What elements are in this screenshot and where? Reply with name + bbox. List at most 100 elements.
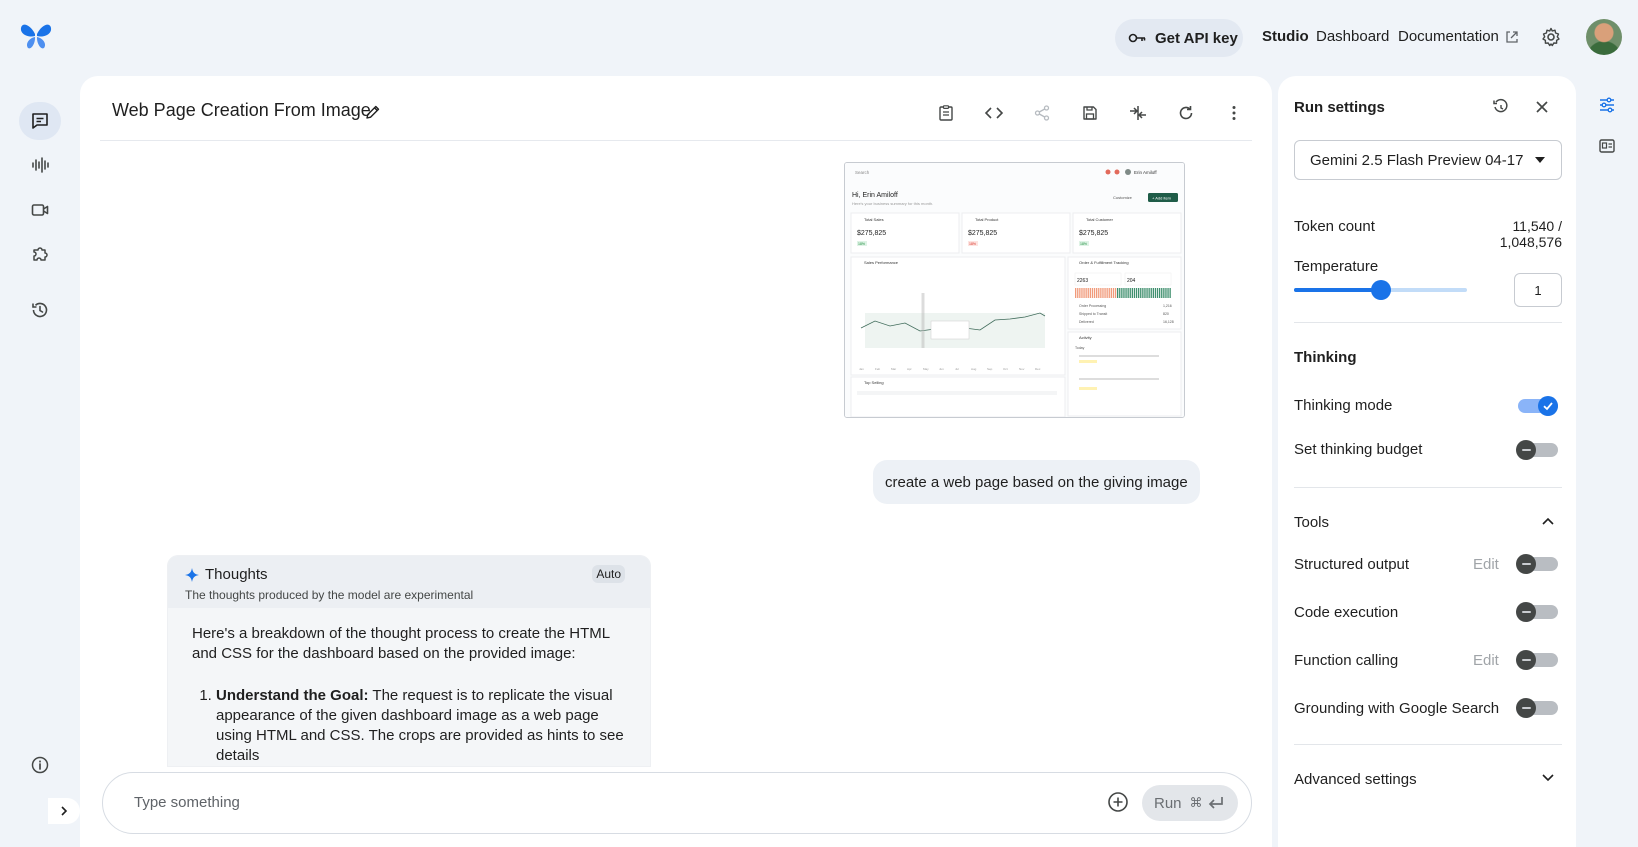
prompt-box[interactable] <box>102 772 1252 834</box>
thumb-order-bar <box>1169 288 1171 298</box>
share-icon[interactable] <box>1030 101 1054 125</box>
thumb-activity-today: Today <box>1075 346 1085 350</box>
thumb-order-bar <box>1087 288 1089 298</box>
thumb-order-bar <box>1138 288 1140 298</box>
thumb-order-bar <box>1142 288 1144 298</box>
thinking-budget-toggle[interactable] <box>1516 440 1558 460</box>
compare-icon[interactable] <box>1126 101 1150 125</box>
thumb-order-row-2-label: Shipped to Transit <box>1079 312 1107 316</box>
thumb-order-bar <box>1146 288 1148 298</box>
chevron-down-icon[interactable] <box>1541 773 1555 783</box>
nav-dashboard-link[interactable]: Dashboard <box>1316 28 1389 45</box>
rail-video-button[interactable] <box>19 191 61 229</box>
expand-rail-button[interactable] <box>48 798 80 824</box>
rail-chat-prompt-button[interactable] <box>19 102 61 140</box>
thumb-kpi-2-value: $275,825 <box>968 230 997 237</box>
thumb-order-bar <box>1077 288 1079 298</box>
thumb-order-bar <box>1127 288 1129 298</box>
save-icon[interactable] <box>1078 101 1102 125</box>
run-settings-title: Run settings <box>1294 99 1385 116</box>
temperature-input[interactable]: 1 <box>1514 273 1562 307</box>
function-calling-edit[interactable]: Edit <box>1473 652 1499 669</box>
thumb-month-label: Jun <box>939 367 944 371</box>
code-icon[interactable] <box>982 101 1006 125</box>
app-gallery-icon[interactable] <box>1598 137 1616 155</box>
thumb-kpi-1-label: Total Sales <box>864 217 884 222</box>
chevron-up-icon[interactable] <box>1541 516 1555 526</box>
thumb-order-bar <box>1100 288 1102 298</box>
thumb-order-bar <box>1165 288 1167 298</box>
thumb-month-label: Dec <box>1035 367 1041 371</box>
thumb-user: Erin Amiloff <box>1134 170 1157 175</box>
nav-studio-link[interactable]: Studio <box>1262 28 1309 45</box>
add-media-button[interactable] <box>1107 791 1129 813</box>
settings-divider <box>1294 487 1562 488</box>
thoughts-intro: Here's a breakdown of the thought proces… <box>192 625 610 662</box>
thumb-order-bar <box>1114 288 1117 298</box>
thumb-order-bar <box>1104 288 1106 298</box>
close-settings-icon[interactable] <box>1534 99 1550 115</box>
refresh-icon[interactable] <box>1174 101 1198 125</box>
extensions-icon <box>30 244 50 264</box>
run-label: Run <box>1154 794 1182 812</box>
thoughts-panel[interactable]: Thoughts The thoughts produced by the mo… <box>168 556 650 766</box>
edit-title-icon[interactable] <box>364 103 382 121</box>
thoughts-header[interactable]: Thoughts The thoughts produced by the mo… <box>168 556 650 608</box>
chat-prompt-icon <box>30 111 50 131</box>
thumb-order-bar <box>1129 288 1131 298</box>
toggle-knob <box>1516 440 1536 460</box>
user-message-text: create a web page based on the giving im… <box>885 473 1188 491</box>
thumb-order-bar <box>1150 288 1152 298</box>
thumb-month-label: May <box>923 367 929 371</box>
thumb-kpi-2-label: Total Product <box>975 217 999 222</box>
settings-gear-icon[interactable] <box>1541 27 1561 47</box>
thumb-order-row-2-value: 820 <box>1163 312 1169 316</box>
notes-icon[interactable] <box>934 101 958 125</box>
stream-audio-icon <box>30 155 50 175</box>
app-logo-icon[interactable] <box>20 22 52 50</box>
thumb-activity-title: Activity <box>1079 335 1092 340</box>
thumb-greeting: Hi, Erin Amiloff <box>852 192 898 199</box>
thumb-month-label: Aug <box>971 367 977 371</box>
thumb-order-bar <box>1079 288 1081 298</box>
grounding-toggle[interactable] <box>1516 698 1558 718</box>
toolbar-divider <box>100 140 1252 141</box>
thumb-order-bar <box>1140 288 1142 298</box>
thumb-month-label: Mar <box>891 367 896 371</box>
run-shortcut: ⌘ <box>1189 795 1203 810</box>
thumb-month-label: Oct <box>1003 367 1008 371</box>
thumb-order-bar <box>1096 288 1098 298</box>
user-avatar[interactable] <box>1586 19 1622 55</box>
model-select[interactable]: Gemini 2.5 Flash Preview 04-17 <box>1294 140 1562 180</box>
temperature-label: Temperature <box>1294 258 1379 275</box>
thumb-month-label: Apr <box>907 367 912 371</box>
thumb-sales-title: Sales Performance <box>864 260 899 265</box>
reset-settings-icon[interactable] <box>1492 98 1510 116</box>
structured-output-toggle[interactable] <box>1516 554 1558 574</box>
rail-info-button[interactable] <box>19 746 61 784</box>
temperature-slider-thumb[interactable] <box>1370 280 1391 300</box>
thumb-kpi-2-badge: 18% <box>969 242 976 246</box>
thoughts-body: Here's a breakdown of the thought proces… <box>168 608 650 766</box>
thinking-mode-label: Thinking mode <box>1294 397 1393 414</box>
code-execution-toggle[interactable] <box>1516 602 1558 622</box>
more-options-icon[interactable] <box>1222 101 1246 125</box>
rail-extensions-button[interactable] <box>19 235 61 273</box>
thoughts-step-1: Understand the Goal: The request is to r… <box>216 686 626 766</box>
get-api-key-button[interactable]: Get API key <box>1115 19 1243 57</box>
attached-image-thumbnail[interactable]: Search Erin Amiloff Hi, Erin Amiloff Her… <box>844 162 1185 418</box>
tune-settings-icon[interactable] <box>1598 96 1616 114</box>
thumb-month-label: Nov <box>1019 367 1025 371</box>
thinking-mode-toggle[interactable] <box>1518 396 1558 416</box>
advanced-settings-label[interactable]: Advanced settings <box>1294 771 1417 788</box>
thumb-kpi-3-label: Total Customer <box>1086 217 1114 222</box>
rail-history-button[interactable] <box>19 291 61 329</box>
structured-output-edit[interactable]: Edit <box>1473 556 1499 573</box>
function-calling-toggle[interactable] <box>1516 650 1558 670</box>
run-button[interactable]: Run ⌘ <box>1142 785 1238 821</box>
prompt-input[interactable]: Type something <box>134 794 240 811</box>
video-icon <box>30 200 50 220</box>
nav-documentation-link[interactable]: Documentation <box>1398 28 1519 45</box>
rail-stream-button[interactable] <box>19 146 61 184</box>
thumb-order-bar <box>1154 288 1157 298</box>
